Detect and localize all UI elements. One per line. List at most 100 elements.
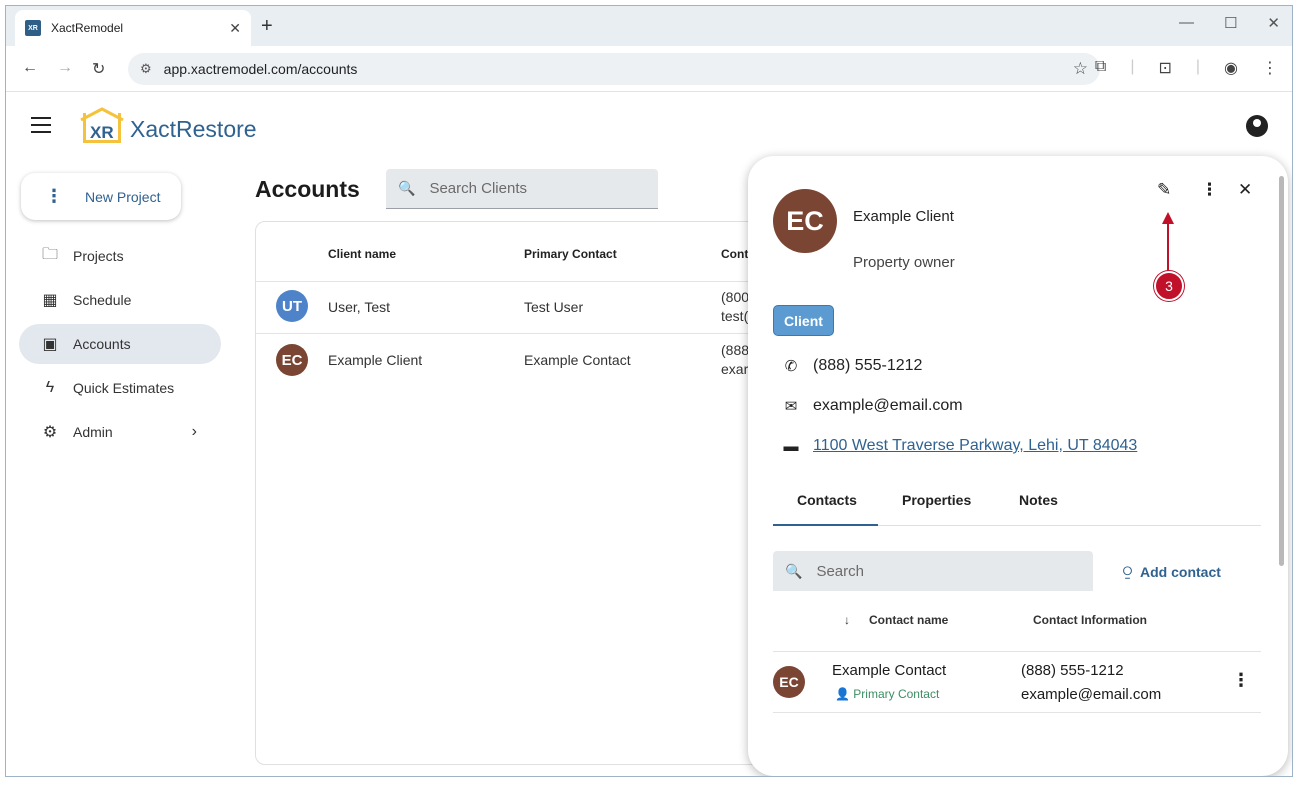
more-vert-icon: ⋮ (45, 186, 63, 206)
browser-tab[interactable]: XR XactRemodel ✕ (15, 10, 251, 46)
mail-icon: ✉ (784, 398, 798, 415)
email-row: ✉ example@email.com (782, 397, 963, 415)
primary-contact-label: Primary Contact (853, 687, 940, 701)
app-name[interactable]: XactRestore (130, 116, 257, 143)
client-detail-drawer: EC Example Client Property owner ✎ ⋮ ✕ C… (748, 156, 1288, 776)
contact-phone: (800 (721, 289, 750, 305)
contact-email: test( (721, 308, 749, 324)
person-icon: 👤 (835, 687, 850, 701)
close-icon[interactable]: ✕ (1238, 180, 1252, 200)
avatar: EC (773, 666, 805, 698)
profile-icon[interactable]: ◉ (1224, 58, 1238, 78)
more-vert-icon[interactable]: ⋮ (1201, 180, 1218, 200)
client-role: Property owner (853, 254, 955, 271)
more-vert-icon[interactable]: ⋮ (1232, 670, 1250, 691)
search-clients-input[interactable]: 🔍 Search Clients (386, 169, 658, 209)
annotation-arrow-stem (1167, 220, 1169, 276)
forward-icon[interactable]: → (57, 59, 73, 77)
tab-notes[interactable]: Notes (1019, 492, 1058, 508)
tab-strip: XR XactRemodel ✕ + — ☐ ✕ (6, 6, 1292, 46)
column-header-contact-name[interactable]: Contact name (869, 613, 948, 627)
active-tab-indicator (773, 524, 878, 526)
avatar: EC (773, 189, 837, 253)
back-icon[interactable]: ← (22, 59, 38, 77)
scrollbar[interactable] (1279, 176, 1284, 566)
account-icon[interactable] (1246, 115, 1268, 137)
browser-menu-icon[interactable]: ⋮ (1262, 58, 1278, 78)
new-project-button[interactable]: ⋮ New Project (21, 173, 181, 220)
maximize-icon[interactable]: ☐ (1224, 14, 1237, 32)
drawer-tabs: Contacts Properties Notes (773, 474, 1261, 526)
accounts-table: Client name Primary Contact Cont UT User… (255, 221, 815, 765)
sidebar-item-accounts[interactable]: ▣ Accounts (19, 324, 221, 364)
toolbar-actions: ⧉ | ⊡ | ◉ ⋮ (1095, 58, 1278, 78)
folder-icon: 🗀 (41, 245, 58, 263)
primary-contact: Example Contact (524, 352, 631, 368)
browser-toolbar: ← → ↻ ⚙ app.xactremodel.com/accounts ☆ ⧉… (6, 46, 1292, 92)
tab-contacts[interactable]: Contacts (797, 492, 857, 508)
browser-window: XR XactRemodel ✕ + — ☐ ✕ ← → ↻ ⚙ app.xac… (5, 5, 1293, 777)
column-header-contact[interactable]: Cont (721, 247, 748, 261)
primary-contact: Test User (524, 299, 584, 315)
minimize-icon[interactable]: — (1179, 14, 1194, 32)
sidebar-item-label: Schedule (73, 292, 132, 308)
client-badge: Client (773, 305, 834, 336)
divider (773, 651, 1261, 652)
address-link[interactable]: 1100 West Traverse Parkway, Lehi, UT 840… (813, 437, 1137, 455)
column-header-contact-information[interactable]: Contact Information (1033, 613, 1147, 627)
sidebar-item-label: Quick Estimates (73, 380, 175, 396)
column-header-client-name[interactable]: Client name (328, 247, 396, 261)
search-tabs-icon[interactable]: ⊡ (1158, 58, 1171, 78)
gear-icon: ⚙ (42, 424, 58, 441)
address-row: ▬ 1100 West Traverse Parkway, Lehi, UT 8… (782, 437, 1138, 455)
search-placeholder: Search Clients (429, 180, 527, 197)
hamburger-menu-icon[interactable] (31, 117, 51, 133)
sidebar-item-admin[interactable]: ⚙ Admin › (19, 412, 221, 452)
sidebar-item-label: Accounts (73, 336, 131, 352)
tab-title: XactRemodel (51, 21, 124, 35)
column-header-primary-contact[interactable]: Primary Contact (524, 247, 617, 261)
sidebar-item-label: Projects (73, 248, 124, 264)
calendar-icon: ▦ (42, 292, 58, 309)
close-window-icon[interactable]: ✕ (1267, 14, 1280, 32)
avatar: EC (276, 344, 308, 376)
window-controls: — ☐ ✕ (1179, 14, 1280, 32)
phone-icon: ✆ (784, 358, 798, 375)
divider (256, 281, 814, 282)
chevron-right-icon: › (191, 423, 197, 440)
bookmark-star-icon[interactable]: ☆ (1073, 59, 1088, 79)
add-contact-label: Add contact (1140, 563, 1221, 580)
add-contact-button[interactable]: ⍜ Add contact (1123, 563, 1221, 580)
favicon-icon: XR (25, 20, 41, 36)
card-icon: ▬ (783, 437, 799, 455)
extensions-icon[interactable]: ⧉ (1095, 58, 1106, 78)
annotation-step-badge: 3 (1154, 271, 1184, 301)
divider (773, 712, 1261, 713)
address-bar[interactable]: ⚙ app.xactremodel.com/accounts ☆ (128, 53, 1100, 85)
site-info-icon[interactable]: ⚙ (140, 61, 152, 77)
search-icon: 🔍 (398, 180, 416, 196)
contact-name: Example Contact (832, 662, 947, 679)
reload-icon[interactable]: ↻ (92, 59, 105, 79)
client-name: Example Client (853, 208, 954, 225)
new-tab-button[interactable]: + (261, 15, 273, 38)
separator: | (1195, 58, 1201, 75)
phone-row: ✆ (888) 555-1212 (782, 357, 923, 375)
tab-close-icon[interactable]: ✕ (229, 20, 241, 37)
sidebar-item-projects[interactable]: 🗀 Projects (19, 236, 221, 276)
search-placeholder: Search (816, 562, 864, 580)
edit-pencil-icon[interactable]: ✎ (1157, 180, 1171, 200)
sidebar-nav: 🗀 Projects ▦ Schedule ▣ Accounts ϟ Quick… (19, 236, 221, 456)
sidebar-item-schedule[interactable]: ▦ Schedule (19, 280, 221, 320)
sidebar-item-quick-estimates[interactable]: ϟ Quick Estimates (19, 368, 221, 408)
sidebar-item-label: Admin (73, 424, 113, 440)
contact-search-input[interactable]: 🔍 Search (773, 551, 1093, 591)
contact-card-icon: ▣ (42, 336, 58, 353)
avatar: UT (276, 290, 308, 322)
contact-email: exar (721, 361, 749, 377)
client-name: User, Test (328, 299, 390, 315)
contact-email: example@email.com (1021, 686, 1162, 703)
email-text: example@email.com (813, 397, 963, 414)
tab-properties[interactable]: Properties (902, 492, 971, 508)
sort-arrow-icon[interactable]: ↓ (844, 613, 850, 627)
